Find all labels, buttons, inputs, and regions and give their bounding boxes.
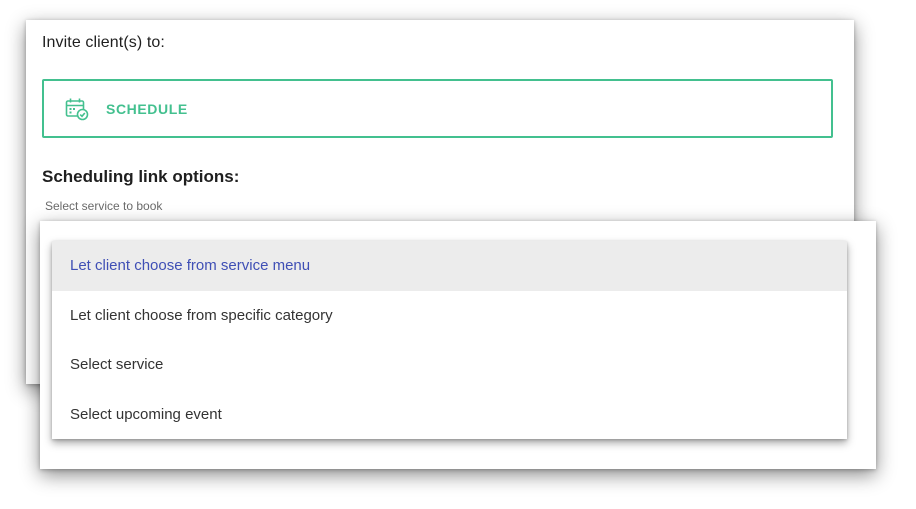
invite-title: Invite client(s) to: [42,34,165,51]
option-service-menu[interactable]: Let client choose from service menu [52,241,847,291]
option-label: Select service [70,356,164,374]
option-specific-category[interactable]: Let client choose from specific category [52,291,847,341]
option-upcoming-event[interactable]: Select upcoming event [52,390,847,440]
calendar-check-icon [64,96,90,122]
screenshot-stage: Invite client(s) to: SCHEDULE Scheduling… [0,0,916,509]
option-label: Let client choose from service menu [70,257,311,275]
scheduling-options-title: Scheduling link options: [42,167,240,186]
option-label: Let client choose from specific category [70,306,333,324]
schedule-button[interactable]: SCHEDULE [42,79,833,138]
select-service-caption: Select service to book [45,199,163,213]
option-label: Select upcoming event [70,405,222,423]
dropdown-frame: Let client choose from service menu Let … [40,221,876,469]
schedule-label: SCHEDULE [106,100,188,117]
service-options-menu: Let client choose from service menu Let … [52,241,847,439]
option-select-service[interactable]: Select service [52,340,847,390]
